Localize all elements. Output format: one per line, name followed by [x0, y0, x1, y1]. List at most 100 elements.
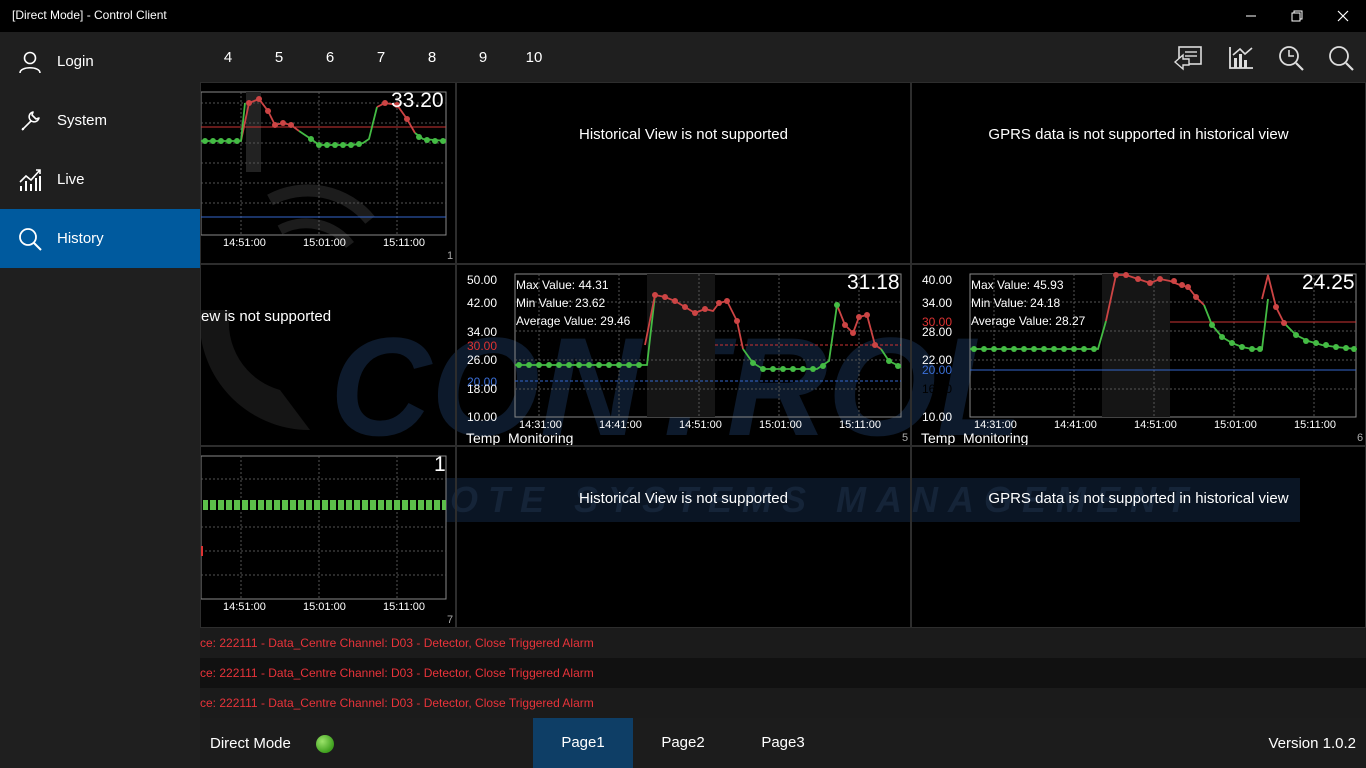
- channel-5-value: 31.18: [847, 271, 900, 294]
- x-tick: 15:11:00: [839, 419, 882, 431]
- x-tick: 14:51:00: [223, 601, 266, 613]
- search-icon: [16, 225, 44, 253]
- y-tick: 28.00: [921, 325, 952, 339]
- search-icon: [1329, 46, 1354, 71]
- page-number-9[interactable]: 9: [468, 49, 498, 66]
- alarm-text: ce: 222111 - Data_Centre Channel: D03 - …: [200, 636, 594, 650]
- wrench-icon: [16, 107, 44, 135]
- page-tab-2[interactable]: Page2: [633, 718, 733, 768]
- max-value: Max Value: 44.31: [516, 278, 609, 292]
- alarm-text: ce: 222111 - Data_Centre Channel: D03 - …: [200, 696, 594, 710]
- clock-search-icon: [1279, 46, 1304, 71]
- report-icon: [1173, 46, 1202, 71]
- sidebar-item-label: History: [57, 230, 104, 247]
- close-icon: [1337, 10, 1349, 22]
- page-number-5[interactable]: 5: [264, 49, 294, 66]
- top-toolbar: [0, 32, 1366, 82]
- channel-name: Temp_Monitoring: [921, 430, 1029, 446]
- not-supported-message: ew is not supported: [201, 308, 332, 325]
- connection-status-indicator: [316, 735, 334, 753]
- y-tick: 18.00: [466, 382, 497, 396]
- page-number-6[interactable]: 6: [315, 49, 345, 66]
- gprs-not-supported-message: GPRS data is not supported in historical…: [988, 490, 1289, 507]
- chart-report-button[interactable]: [1225, 42, 1257, 74]
- max-value: Max Value: 45.93: [971, 278, 1064, 292]
- average-value: Average Value: 28.27: [971, 314, 1086, 328]
- sidebar-item-system[interactable]: System: [0, 91, 200, 150]
- chart-icon: [1229, 47, 1253, 69]
- page-number-4[interactable]: 4: [213, 49, 243, 66]
- alarm-row[interactable]: ce: 222111 - Data_Centre Channel: D03 - …: [200, 688, 1366, 718]
- sidebar: Login System Live History: [0, 32, 200, 768]
- page-number-7[interactable]: 7: [366, 49, 396, 66]
- title-bar: [Direct Mode] - Control Client: [0, 0, 1366, 32]
- not-supported-message: Historical View is not supported: [579, 126, 788, 143]
- close-button[interactable]: [1320, 0, 1366, 32]
- page-tab-1[interactable]: Page1: [533, 718, 633, 768]
- y-tick: 34.00: [921, 296, 952, 310]
- report-button[interactable]: [1172, 42, 1204, 74]
- minimize-button[interactable]: [1228, 0, 1274, 32]
- x-tick: 14:41:00: [1054, 419, 1097, 431]
- x-tick: 15:01:00: [303, 601, 346, 613]
- search-button[interactable]: [1325, 42, 1357, 74]
- line-chart-icon: [16, 166, 44, 194]
- connection-mode-label: Direct Mode: [210, 735, 291, 752]
- page-number-10[interactable]: 10: [519, 49, 549, 66]
- sidebar-item-label: Live: [57, 171, 85, 188]
- sidebar-item-history[interactable]: History: [0, 209, 200, 268]
- x-tick: 15:01:00: [759, 419, 802, 431]
- x-tick: 14:41:00: [599, 419, 642, 431]
- minimize-icon: [1246, 15, 1256, 17]
- restore-icon: [1291, 10, 1303, 22]
- sidebar-item-live[interactable]: Live: [0, 150, 200, 209]
- restore-button[interactable]: [1274, 0, 1320, 32]
- channel-name: Temp_Monitoring: [466, 430, 574, 446]
- min-value: Min Value: 24.18: [971, 296, 1061, 310]
- y-tick: 16.00: [921, 382, 952, 396]
- channel-cell-3[interactable]: GPRS data is not supported in historical…: [911, 82, 1366, 264]
- channel-1-number: 1: [447, 250, 454, 262]
- average-value: Average Value: 29.46: [516, 314, 631, 328]
- x-tick: 14:51:00: [1134, 419, 1177, 431]
- y-tick: 34.00: [466, 325, 497, 339]
- channel-7-value: 1: [434, 453, 446, 476]
- channel-6-number: 6: [1357, 432, 1364, 444]
- channel-cell-1[interactable]: 33.20 14:51:00 15:01:00 15:11:00 1: [200, 82, 456, 264]
- sidebar-item-label: Login: [57, 53, 94, 70]
- y-tick: 40.00: [921, 273, 952, 287]
- window-title: [Direct Mode] - Control Client: [12, 8, 167, 22]
- channel-cell-5[interactable]: 50.00 42.00 34.00 30.00 26.00 20.00 18.0…: [456, 264, 911, 446]
- y-tick: 10.00: [466, 410, 497, 424]
- channel-cell-2[interactable]: Historical View is not supported: [456, 82, 911, 264]
- alarm-row[interactable]: ce: 222111 - Data_Centre Channel: D03 - …: [200, 628, 1366, 658]
- alarm-row[interactable]: ce: 222111 - Data_Centre Channel: D03 - …: [200, 658, 1366, 688]
- y-tick: 26.00: [466, 353, 497, 367]
- version-label: Version 1.0.2: [1268, 735, 1356, 752]
- channel-cell-4[interactable]: ew is not supported: [200, 264, 456, 446]
- not-supported-message: Historical View is not supported: [579, 490, 788, 507]
- channel-1-time-2: 15:01:00: [303, 237, 346, 249]
- y-tick: 10.00: [921, 410, 952, 424]
- channel-5-number: 5: [902, 432, 909, 444]
- channel-7-number: 7: [447, 614, 454, 626]
- channel-cell-6[interactable]: 40.00 34.00 30.00 28.00 22.00 20.00 16.0…: [911, 264, 1366, 446]
- y-tick: 42.00: [466, 296, 497, 310]
- y-tick-high-threshold: 30.00: [466, 339, 497, 353]
- x-tick: 15:01:00: [1214, 419, 1257, 431]
- channel-1-time-3: 15:11:00: [383, 237, 426, 249]
- user-icon: [16, 48, 44, 76]
- channel-cell-9[interactable]: GPRS data is not supported in historical…: [911, 446, 1366, 628]
- channel-cell-8[interactable]: Historical View is not supported: [456, 446, 911, 628]
- x-tick: 15:11:00: [1294, 419, 1337, 431]
- sidebar-item-login[interactable]: Login: [0, 32, 200, 91]
- page-tab-3[interactable]: Page3: [733, 718, 833, 768]
- history-search-button[interactable]: [1275, 42, 1307, 74]
- channel-1-time-1: 14:51:00: [223, 237, 266, 249]
- page-number-8[interactable]: 8: [417, 49, 447, 66]
- channel-1-value: 33.20: [391, 89, 444, 112]
- y-tick-low-threshold: 20.00: [921, 363, 952, 377]
- channel-cell-7[interactable]: 1 14:51:00 15:01:00 15:11:00 7: [200, 446, 456, 628]
- x-tick: 14:51:00: [679, 419, 722, 431]
- alarm-text: ce: 222111 - Data_Centre Channel: D03 - …: [200, 666, 594, 680]
